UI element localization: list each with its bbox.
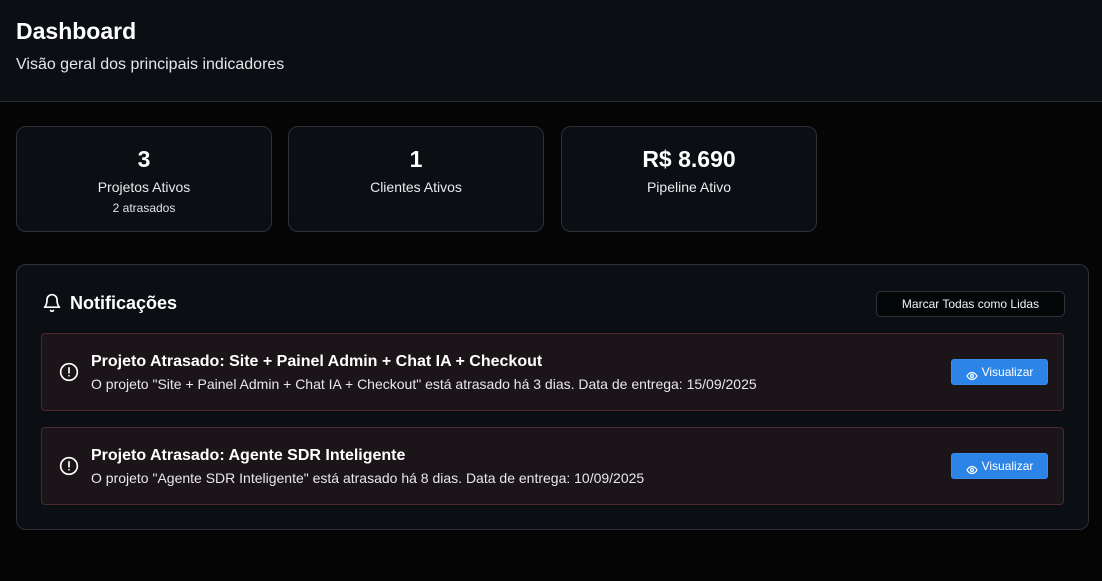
notifications-title: Notificações — [70, 293, 178, 313]
stat-card-clients: 1 Clientes Ativos — [288, 126, 544, 232]
notification-item: Projeto Atrasado: Site + Painel Admin + … — [41, 333, 1064, 411]
notification-item: Projeto Atrasado: Agente SDR Inteligente… — [41, 427, 1064, 505]
notification-title: Projeto Atrasado: Agente SDR Inteligente — [91, 447, 406, 464]
view-button[interactable]: Visualizar — [951, 453, 1048, 479]
eye-icon — [965, 460, 978, 475]
view-button-label: Visualizar — [981, 459, 1034, 473]
notification-title: Projeto Atrasado: Site + Painel Admin + … — [91, 353, 543, 370]
bell-icon — [42, 293, 62, 313]
eye-icon — [965, 366, 978, 381]
stat-value: R$ 8.690 — [642, 146, 736, 172]
stat-label: Pipeline Ativo — [646, 179, 732, 195]
notifications-panel: Notificações Marcar Todas como Lidas Pro… — [16, 264, 1089, 530]
view-button-label: Visualizar — [981, 365, 1034, 379]
view-button[interactable]: Visualizar — [951, 359, 1048, 385]
page-title: Dashboard — [16, 18, 137, 44]
notification-description: O projeto "Site + Painel Admin + Chat IA… — [91, 376, 757, 392]
alert-circle-icon — [59, 456, 79, 476]
stat-card-pipeline: R$ 8.690 Pipeline Ativo — [561, 126, 817, 232]
stat-label: Projetos Ativos — [97, 179, 191, 195]
stat-sub: 2 atrasados — [112, 201, 176, 215]
stat-card-projects: 3 Projetos Ativos 2 atrasados — [16, 126, 272, 232]
mark-all-read-button[interactable]: Marcar Todas como Lidas — [876, 291, 1065, 317]
stat-value: 3 — [137, 146, 151, 172]
stat-value: 1 — [409, 146, 423, 172]
alert-circle-icon — [59, 362, 79, 382]
page-header: Dashboard Visão geral dos principais ind… — [0, 0, 1102, 102]
page-subtitle: Visão geral dos principais indicadores — [16, 56, 285, 73]
notification-description: O projeto "Agente SDR Inteligente" está … — [91, 470, 645, 486]
stat-label: Clientes Ativos — [370, 179, 462, 195]
